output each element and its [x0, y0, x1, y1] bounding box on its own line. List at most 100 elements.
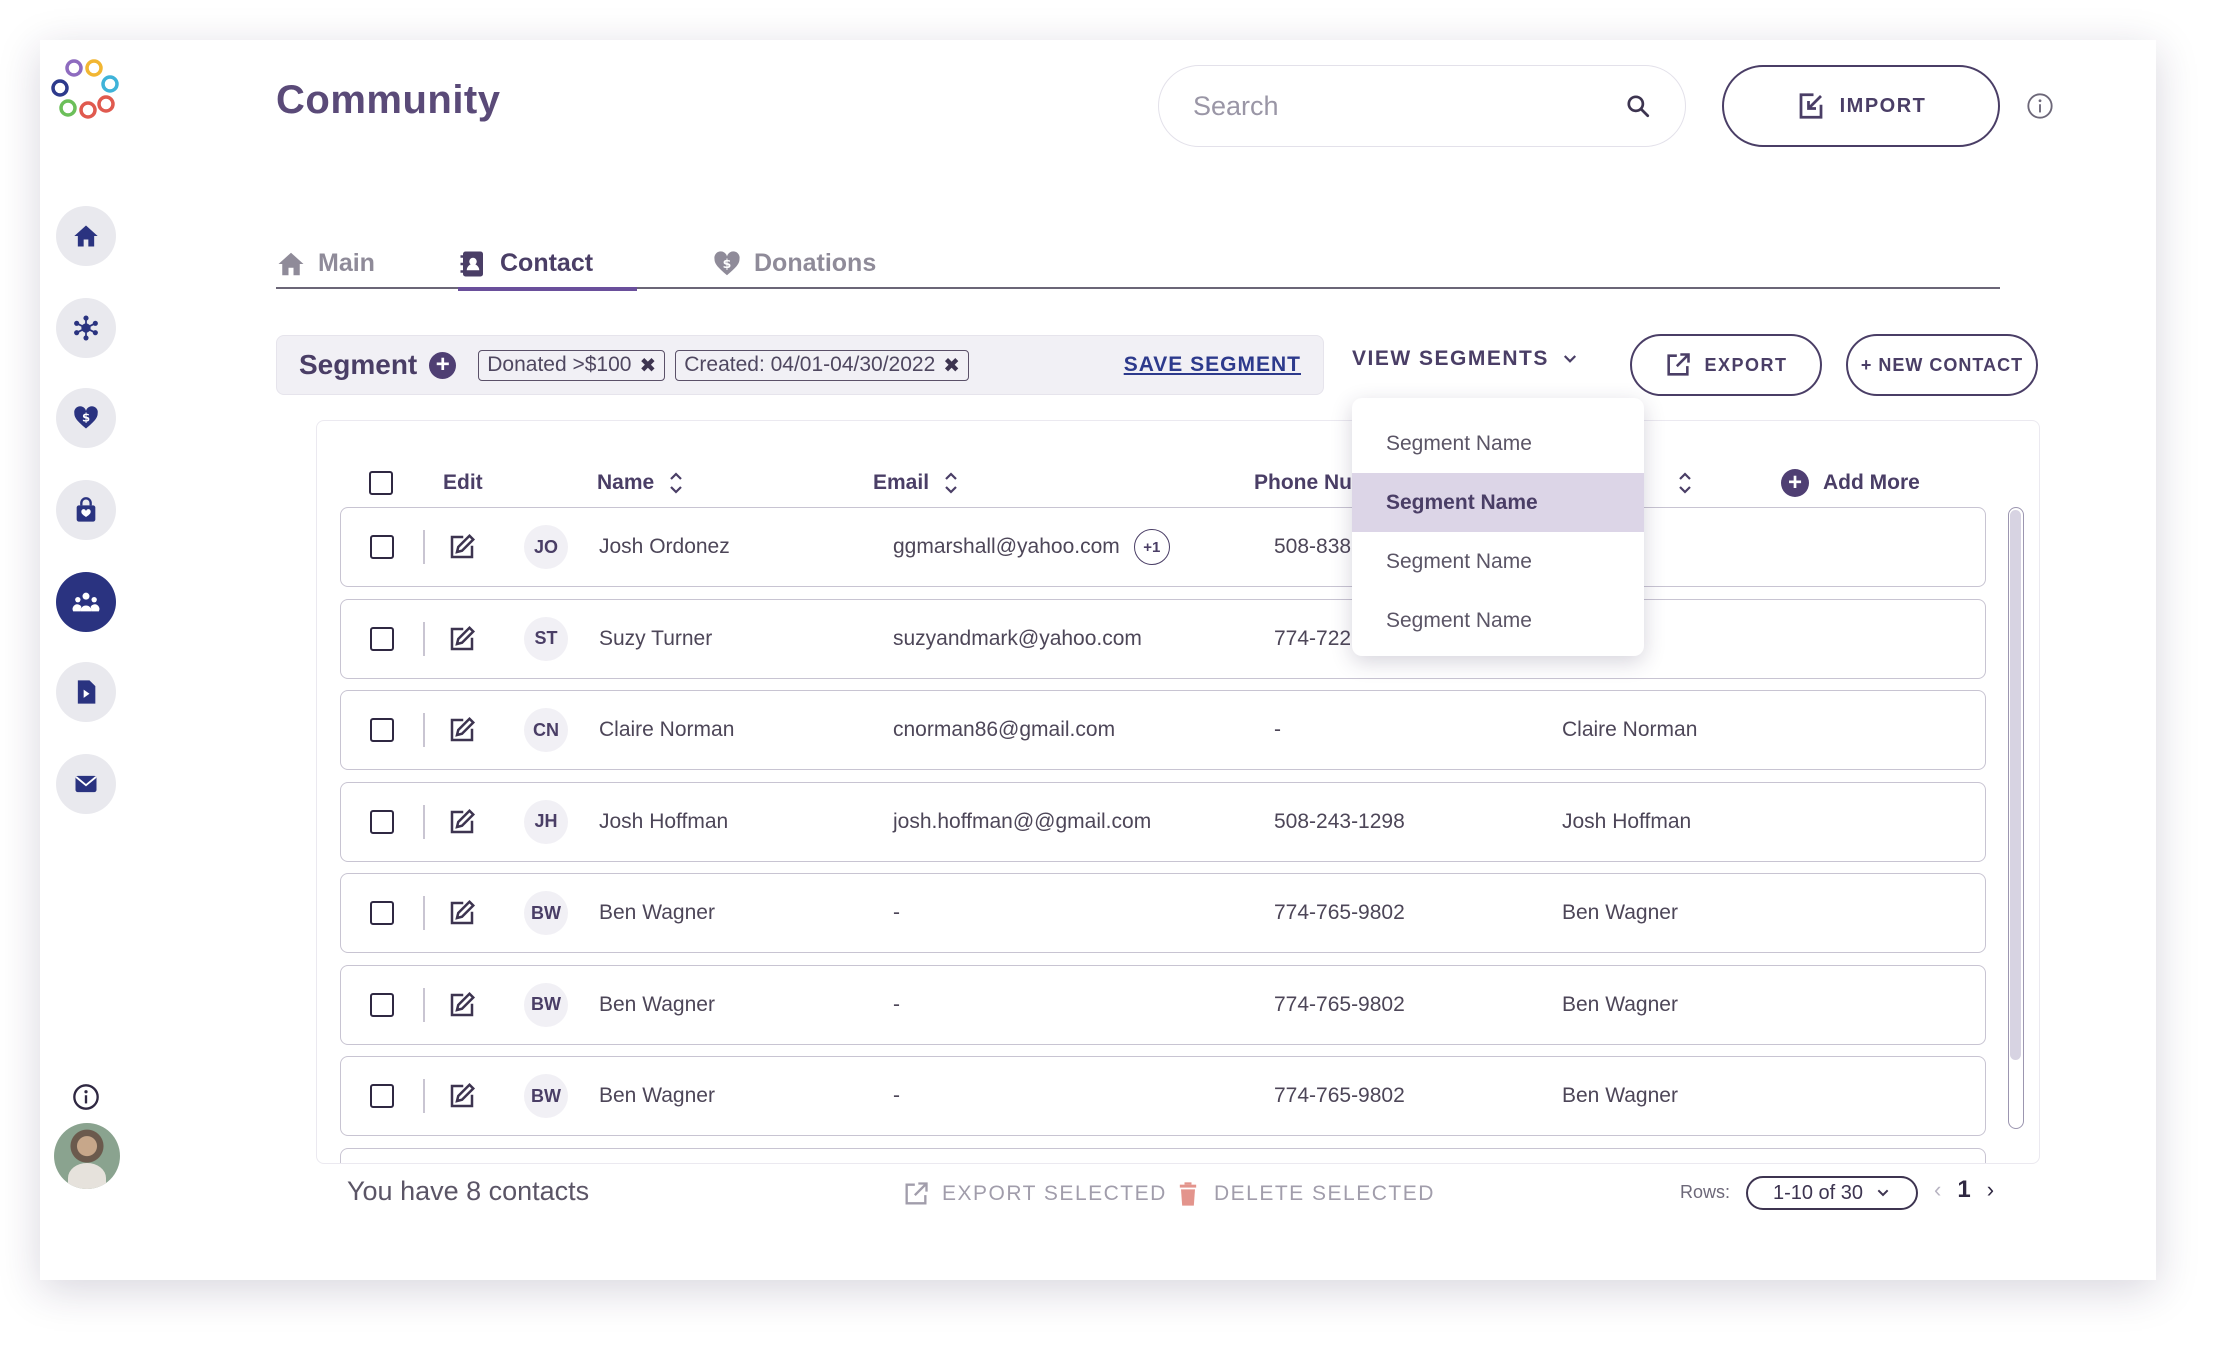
table-row[interactable]: BW Ben Wagner - 774-765-9802 Ben Wagner — [340, 964, 1986, 1045]
search-input[interactable] — [1193, 90, 1625, 122]
sidebar-item-mail[interactable] — [56, 754, 116, 814]
contact-email[interactable]: cnorman86@gmail.com — [893, 718, 1115, 742]
segment-option[interactable]: Segment Name — [1352, 414, 1644, 473]
edit-icon[interactable] — [447, 624, 477, 654]
filter-chip-label: Donated >$100 — [487, 353, 632, 376]
column-header-edit: Edit — [443, 471, 483, 494]
select-all-checkbox[interactable] — [369, 471, 393, 495]
rows-per-page-value: 1-10 of 30 — [1772, 1181, 1864, 1204]
filter-chip[interactable]: Donated >$100 ✖ — [478, 349, 666, 381]
save-segment-link[interactable]: SAVE SEGMENT — [1124, 353, 1301, 377]
row-checkbox[interactable] — [370, 718, 394, 742]
more-emails-badge[interactable]: +1 — [1133, 529, 1170, 565]
contact-email[interactable]: - — [893, 1084, 900, 1108]
row-checkbox[interactable] — [370, 1084, 394, 1108]
contact-name[interactable]: Ben Wagner — [599, 1084, 715, 1108]
previous-page-icon[interactable]: ‹ — [1934, 1177, 1941, 1203]
export-button[interactable]: EXPORT — [1630, 334, 1822, 396]
tab-contact[interactable]: Contact — [458, 240, 638, 291]
table-row[interactable]: BW Ben Wagner - 774-765-9802 Ben Wagner — [340, 873, 1986, 953]
sidebar-item-documents[interactable] — [56, 662, 116, 722]
app-logo[interactable] — [50, 54, 126, 130]
sort-icon[interactable] — [1677, 470, 1693, 496]
network-icon — [74, 315, 98, 341]
sort-icon[interactable] — [943, 470, 959, 496]
info-icon[interactable] — [2026, 92, 2054, 120]
sidebar-item-donations[interactable]: $ — [56, 388, 116, 448]
user-avatar[interactable] — [54, 1123, 120, 1189]
close-icon[interactable]: ✖ — [943, 353, 960, 378]
edit-icon[interactable] — [447, 898, 477, 928]
segment-option[interactable]: Segment Name — [1352, 591, 1644, 650]
delete-selected-button[interactable]: DELETE SELECTED — [1174, 1180, 1435, 1208]
segment-bar: Segment + Donated >$100 ✖ Created: 04/01-… — [276, 335, 1324, 395]
row-checkbox[interactable] — [370, 535, 394, 559]
segment-option[interactable]: Segment Name — [1352, 532, 1644, 591]
column-header-email[interactable]: Email — [873, 463, 959, 503]
view-segments-label: VIEW SEGMENTS — [1352, 347, 1549, 370]
contact-name[interactable]: Ben Wagner — [599, 901, 715, 925]
sidebar-item-home[interactable] — [56, 206, 116, 266]
row-checkbox[interactable] — [370, 809, 394, 834]
sidebar-item-community[interactable] — [56, 572, 116, 632]
contact-name[interactable]: Ben Wagner — [599, 993, 715, 1017]
edit-icon[interactable] — [447, 532, 477, 562]
sidebar-item-network[interactable] — [56, 298, 116, 358]
contact-name[interactable]: Suzy Turner — [599, 627, 712, 651]
tab-main[interactable]: Main — [276, 240, 375, 287]
contact-email-cell: cnorman86@gmail.com — [893, 718, 1115, 742]
contact-email-cell: josh.hoffman@@gmail.com — [893, 810, 1151, 834]
table-row[interactable]: JO Josh Ordonez ggmarshall@yahoo.com +1 508-… — [340, 507, 1986, 587]
svg-text:$: $ — [82, 411, 90, 425]
next-page-icon[interactable]: › — [1987, 1177, 1994, 1203]
table-row[interactable]: BW Ben Wagner - 774-765-9802 Ben Wagner — [340, 1056, 1986, 1136]
table-row[interactable]: ST Suzy Turner suzyandmark@yahoo.com 774-72… — [340, 598, 1986, 679]
contact-email[interactable]: josh.hoffman@@gmail.com — [893, 810, 1151, 834]
table-row[interactable] — [340, 1147, 1986, 1163]
view-segments-dropdown[interactable]: VIEW SEGMENTS — [1352, 347, 1579, 371]
add-more-columns-button[interactable]: + Add More — [1781, 463, 1920, 503]
contact-name[interactable]: Claire Norman — [599, 718, 734, 742]
row-checkbox[interactable] — [370, 901, 394, 925]
row-checkbox[interactable] — [370, 992, 394, 1017]
new-contact-button[interactable]: + NEW CONTACT — [1846, 334, 2038, 396]
edit-icon[interactable] — [447, 807, 477, 837]
search-icon[interactable] — [1625, 93, 1651, 119]
sort-icon[interactable] — [668, 470, 684, 496]
sidebar-item-shop[interactable] — [56, 480, 116, 540]
edit-icon[interactable] — [447, 1081, 477, 1111]
close-icon[interactable]: ✖ — [639, 353, 656, 378]
column-header-name[interactable]: Name — [597, 463, 684, 503]
contact-email[interactable]: - — [893, 901, 900, 925]
edit-icon[interactable] — [447, 990, 477, 1020]
contact-name[interactable]: Josh Hoffman — [599, 810, 728, 834]
table-row[interactable]: JH Josh Hoffman josh.hoffman@@gmail.com 508… — [340, 781, 1986, 862]
plus-icon: + — [1781, 469, 1809, 497]
filter-chip[interactable]: Created: 04/01-04/30/2022 ✖ — [675, 349, 970, 381]
contact-email[interactable]: - — [893, 993, 900, 1017]
table-row[interactable]: CN Claire Norman cnorman86@gmail.com - Clair… — [340, 690, 1986, 770]
contact-book-icon — [460, 251, 483, 276]
contact-phone: 774-765-9802 — [1274, 992, 1405, 1016]
scrollbar-thumb[interactable] — [2010, 510, 2021, 1060]
export-selected-button[interactable]: EXPORT SELECTED — [902, 1180, 1167, 1208]
segment-option-selected[interactable]: Segment Name — [1352, 473, 1644, 532]
row-checkbox[interactable] — [370, 626, 394, 651]
svg-text:$: $ — [723, 255, 732, 270]
contact-email-cell: - — [893, 993, 900, 1017]
info-icon[interactable] — [72, 1083, 100, 1111]
initials-badge: BW — [524, 1074, 568, 1118]
add-segment-filter-button[interactable]: + — [429, 351, 457, 379]
contact-email[interactable]: ggmarshall@yahoo.com — [893, 535, 1120, 559]
rows-per-page-select[interactable]: 1-10 of 30 — [1746, 1176, 1918, 1210]
contact-name[interactable]: Josh Ordonez — [599, 535, 730, 559]
vertical-scrollbar[interactable] — [2008, 507, 2024, 1129]
column-header-sort[interactable] — [1677, 463, 1693, 503]
edit-icon[interactable] — [447, 715, 477, 745]
tab-donations[interactable]: $ Donations — [712, 240, 876, 287]
import-button[interactable]: IMPORT — [1722, 65, 2000, 147]
current-page[interactable]: 1 — [1957, 1176, 1970, 1204]
contact-email[interactable]: suzyandmark@yahoo.com — [893, 627, 1142, 651]
search-box[interactable] — [1158, 65, 1686, 147]
column-header-phone[interactable]: Phone Nu — [1254, 463, 1352, 503]
